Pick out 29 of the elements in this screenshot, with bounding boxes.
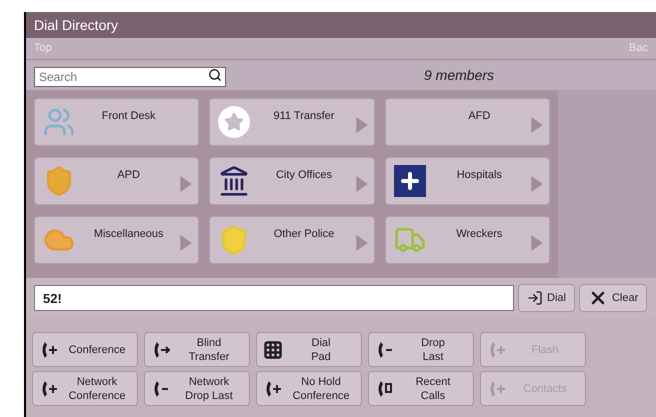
people-icon	[43, 106, 75, 138]
keypad-icon	[263, 340, 283, 360]
directory-tile[interactable]: Hospitals	[384, 157, 550, 205]
member-count: 9 members	[424, 66, 494, 84]
action-button[interactable]: Recent Calls	[368, 371, 474, 406]
action-button[interactable]: Blind Transfer	[144, 332, 250, 367]
dial-button[interactable]: Dial	[518, 284, 575, 312]
directory-tile[interactable]: AFD	[384, 98, 550, 146]
directory-tile[interactable]: Front Desk	[34, 98, 200, 146]
action-button[interactable]: Conference	[32, 332, 138, 367]
search-icon	[208, 68, 222, 82]
action-button[interactable]: Drop Last	[368, 332, 474, 367]
clear-button[interactable]: Clear	[578, 284, 648, 312]
action-button[interactable]: Network Drop Last	[144, 371, 250, 406]
directory-tile[interactable]: Other Police	[209, 216, 375, 264]
window-title: Dial Directory	[34, 16, 118, 35]
dial-number-field[interactable]: 52!	[34, 285, 514, 311]
medical-cross-icon	[394, 165, 426, 197]
building-icon	[218, 165, 250, 197]
dial-arrow-icon	[527, 290, 543, 306]
action-button[interactable]: Network Conference	[32, 371, 138, 406]
action-button[interactable]: No Hold Conference	[256, 371, 362, 406]
directory-tile[interactable]: Wreckers	[384, 216, 550, 264]
directory-tile[interactable]: Miscellaneous	[34, 216, 200, 264]
action-button[interactable]: Dial Pad	[256, 332, 362, 367]
directory-tile[interactable]: City Offices	[209, 157, 375, 205]
search-field[interactable]: Search	[34, 67, 226, 87]
directory-tile[interactable]: APD	[34, 157, 200, 205]
directory-tile[interactable]: 911 Transfer	[209, 98, 375, 146]
